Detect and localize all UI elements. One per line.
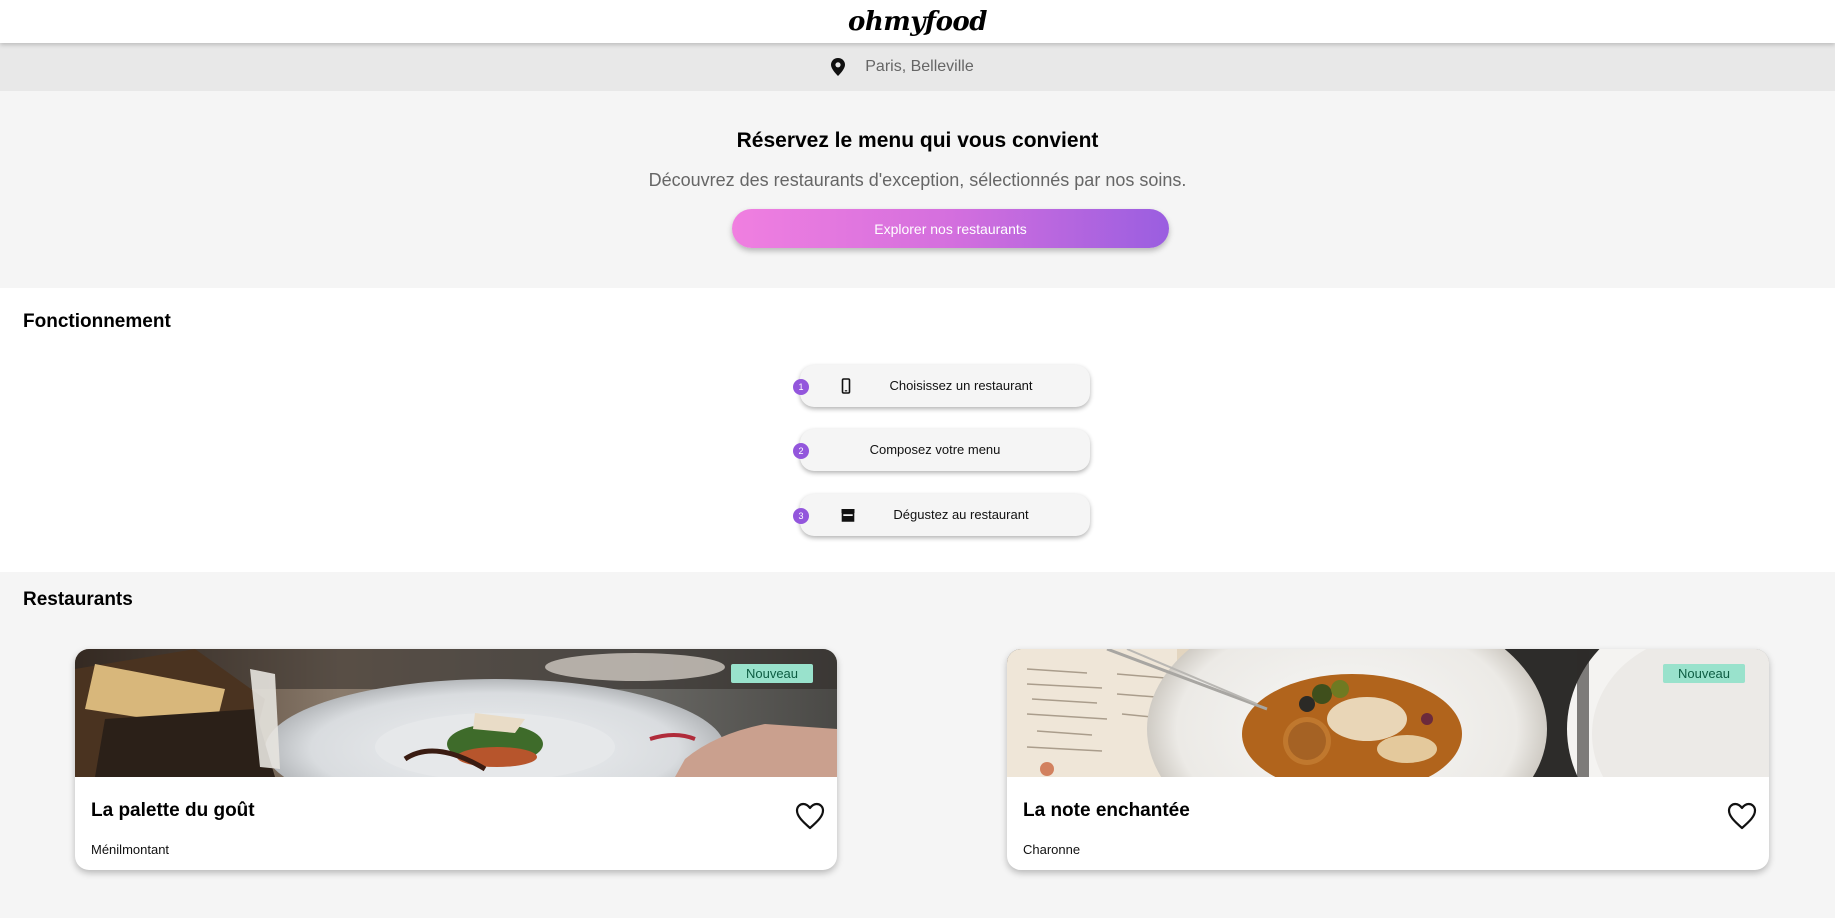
restaurant-area: Ménilmontant bbox=[91, 842, 170, 857]
hero-subtitle: Découvrez des restaurants d'exception, s… bbox=[648, 170, 1187, 190]
site-header: ohmyfood bbox=[0, 0, 1835, 43]
restaurant-card[interactable]: Nouveau La palette du goût Ménilmontant bbox=[75, 649, 837, 870]
new-badge: Nouveau bbox=[1663, 664, 1745, 683]
heart-outline-icon[interactable] bbox=[795, 802, 825, 830]
step-taste-at-restaurant: 3 Dégustez au restaurant bbox=[793, 494, 1090, 536]
step-choose-restaurant: 1 Choisissez un restaurant bbox=[793, 365, 1090, 407]
new-badge: Nouveau bbox=[731, 664, 813, 683]
step-compose-menu: 2 Composez votre menu bbox=[793, 429, 1090, 471]
location-bar: Paris, Belleville bbox=[0, 43, 1835, 91]
step-label: Composez votre menu bbox=[869, 442, 1001, 457]
restaurant-name: La note enchantée bbox=[1023, 800, 1190, 821]
restaurant-card[interactable]: Nouveau La note enchantée Charonne bbox=[1007, 649, 1769, 870]
how-it-works-section: Fonctionnement 1 Choisissez un restauran… bbox=[0, 288, 1835, 572]
location-text: Paris, Belleville bbox=[865, 58, 974, 75]
restaurant-area: Charonne bbox=[1023, 842, 1081, 857]
map-pin-icon bbox=[831, 58, 846, 76]
site-logo[interactable]: ohmyfood bbox=[848, 7, 987, 37]
hero-section: Réservez le menu qui vous convient Décou… bbox=[0, 91, 1835, 288]
heart-outline-icon[interactable] bbox=[1727, 802, 1757, 830]
restaurant-name: La palette du goût bbox=[91, 800, 255, 821]
hero-title: Réservez le menu qui vous convient bbox=[736, 129, 1099, 152]
step-label: Choisissez un restaurant bbox=[889, 378, 1033, 393]
restaurants-section: Restaurants Nouveau La palette du goût M… bbox=[0, 572, 1835, 918]
how-it-works-title: Fonctionnement bbox=[23, 311, 171, 332]
restaurant-photo bbox=[75, 649, 837, 777]
restaurants-title: Restaurants bbox=[23, 589, 133, 610]
explore-restaurants-button[interactable]: Explorer nos restaurants bbox=[732, 209, 1169, 248]
restaurant-photo bbox=[1007, 649, 1769, 777]
step-label: Dégustez au restaurant bbox=[893, 507, 1029, 522]
